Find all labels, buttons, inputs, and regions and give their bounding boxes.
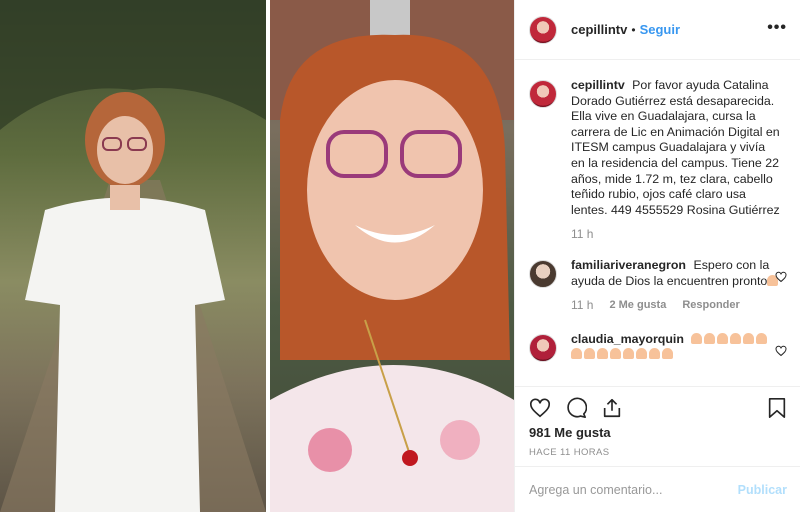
comment-meta: 11 h <box>571 227 781 243</box>
action-icons <box>529 397 623 419</box>
actions-section: 981 Me gusta HACE 11 HORAS <box>515 386 800 466</box>
post-header: cepillintv • Seguir ••• <box>515 0 800 60</box>
list-item: claudia_mayorquin <box>529 332 787 363</box>
post-panel: cepillintv • Seguir ••• cepillintv Por f… <box>514 0 800 512</box>
post-photo-area[interactable] <box>0 0 514 512</box>
comment-likes-link[interactable]: 2 Me gusta <box>609 298 666 314</box>
caption-text: Por favor ayuda Catalina Dorado Gutiérre… <box>571 78 780 217</box>
praying-hands-icon <box>691 332 769 346</box>
more-options-icon[interactable]: ••• <box>767 20 787 36</box>
list-item: familiariveranegron Espero con la ayuda … <box>529 258 787 314</box>
comment-icon[interactable] <box>565 397 587 419</box>
share-icon[interactable] <box>601 397 623 419</box>
photo-left-illustration <box>0 0 266 512</box>
comment-time[interactable]: 11 h <box>571 227 593 243</box>
likes-count[interactable]: 981 Me gusta <box>529 425 611 440</box>
comments-list[interactable]: cepillintv Por favor ayuda Catalina Dora… <box>515 60 800 386</box>
comment-time[interactable]: 11 h <box>571 298 593 314</box>
praying-hands-icon <box>571 347 781 363</box>
separator-dot: • <box>631 22 636 37</box>
add-comment-bar: Publicar <box>515 466 800 512</box>
heart-icon[interactable] <box>775 271 787 283</box>
comment-input[interactable] <box>529 482 738 497</box>
bookmark-icon[interactable] <box>767 397 787 419</box>
publish-button[interactable]: Publicar <box>738 483 787 497</box>
avatar[interactable] <box>529 80 557 108</box>
avatar[interactable] <box>529 15 557 44</box>
reply-button[interactable]: Responder <box>682 298 739 314</box>
post-photo-left <box>0 0 266 512</box>
avatar[interactable] <box>529 333 557 362</box>
caption-comment: cepillintv Por favor ayuda Catalina Dora… <box>529 78 787 243</box>
photo-right-illustration <box>270 0 514 512</box>
follow-button[interactable]: Seguir <box>640 22 680 37</box>
post-timestamp[interactable]: HACE 11 HORAS <box>529 447 610 458</box>
comment-username[interactable]: cepillintv <box>571 78 625 92</box>
comment-username[interactable]: claudia_mayorquin <box>571 332 684 346</box>
comment-username[interactable]: familiariveranegron <box>571 258 686 272</box>
heart-icon[interactable] <box>529 397 551 419</box>
heart-icon[interactable] <box>775 345 787 357</box>
comment-meta: 11 h 2 Me gusta Responder <box>571 298 781 314</box>
post-photo-right <box>270 0 514 512</box>
header-username[interactable]: cepillintv <box>571 22 627 37</box>
avatar[interactable] <box>529 259 557 288</box>
